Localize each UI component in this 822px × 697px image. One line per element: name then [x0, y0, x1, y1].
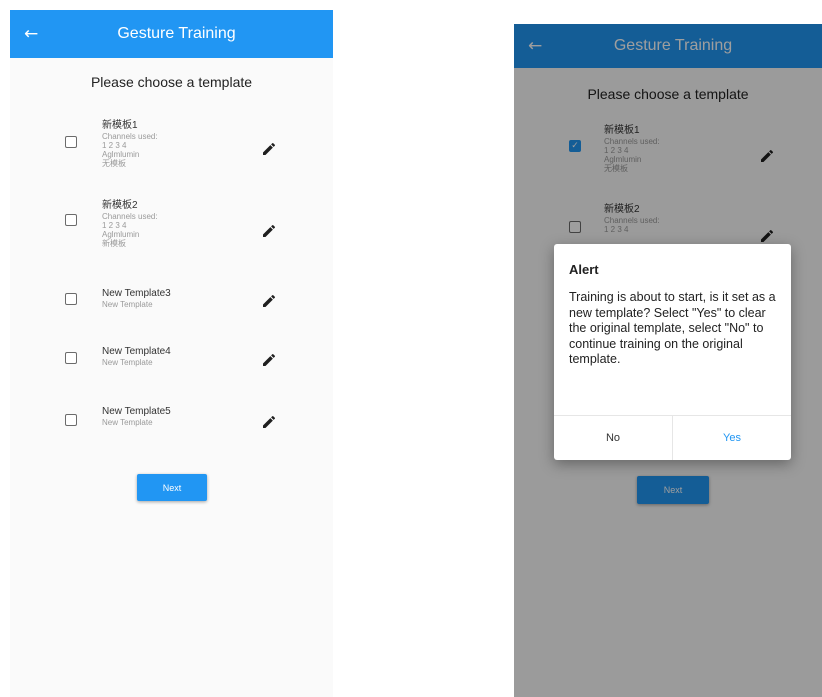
app-bar: ← Gesture Training	[10, 10, 333, 58]
template-detail: 1 2 3 4	[102, 140, 127, 150]
template-checkbox[interactable]	[65, 136, 77, 148]
template-detail: New Template	[102, 357, 153, 367]
template-detail: New Template	[102, 299, 153, 309]
choose-template-prompt: Please choose a template	[90, 74, 253, 90]
alert-dialog: Alert Training is about to start, is it …	[554, 244, 791, 460]
template-select-screen: ← Gesture Training Please choose a templ…	[10, 10, 333, 697]
template-text: New Template3 New Template	[102, 288, 171, 309]
yes-button[interactable]: Yes	[673, 416, 791, 460]
template-checkbox[interactable]	[65, 352, 77, 364]
app-bar-title: Gesture Training	[117, 25, 236, 42]
edit-pencil-icon[interactable]	[261, 293, 277, 309]
template-name: New Template5	[102, 406, 171, 417]
template-text: New Template5 New Template	[102, 406, 171, 427]
template-name: New Template3	[102, 288, 171, 299]
template-detail: Aglmlumin	[102, 229, 140, 239]
no-button[interactable]: No	[554, 416, 673, 460]
edit-pencil-icon[interactable]	[261, 414, 277, 430]
template-text: 新模板2 Channels used: 1 2 3 4 Aglmlumin 新模…	[102, 200, 158, 248]
template-checkbox[interactable]	[65, 293, 77, 305]
alert-title: Alert	[569, 262, 599, 277]
template-detail: New Template	[102, 417, 153, 427]
template-detail: 新模板	[102, 239, 126, 249]
template-detail: Channels used:	[102, 211, 158, 221]
edit-pencil-icon[interactable]	[261, 352, 277, 368]
template-select-screen-with-alert: ← Gesture Training Please choose a templ…	[514, 24, 822, 697]
next-button[interactable]: Next	[137, 474, 207, 501]
alert-message: Training is about to start, is it set as…	[569, 290, 776, 366]
template-text: 新模板1 Channels used: 1 2 3 4 Aglmlumin 无模…	[102, 120, 158, 168]
template-text: New Template4 New Template	[102, 346, 171, 367]
alert-actions: No Yes	[554, 415, 791, 460]
edit-pencil-icon[interactable]	[261, 141, 277, 157]
template-checkbox[interactable]	[65, 414, 77, 426]
template-detail: 1 2 3 4	[102, 220, 127, 230]
edit-pencil-icon[interactable]	[261, 223, 277, 239]
template-checkbox[interactable]	[65, 214, 77, 226]
template-detail: Channels used:	[102, 131, 158, 141]
back-arrow-icon[interactable]: ←	[24, 10, 38, 58]
template-detail: 无模板	[102, 159, 126, 169]
template-name: 新模板2	[102, 200, 138, 211]
template-name: New Template4	[102, 346, 171, 357]
template-detail: Aglmlumin	[102, 149, 140, 159]
template-name: 新模板1	[102, 120, 138, 131]
